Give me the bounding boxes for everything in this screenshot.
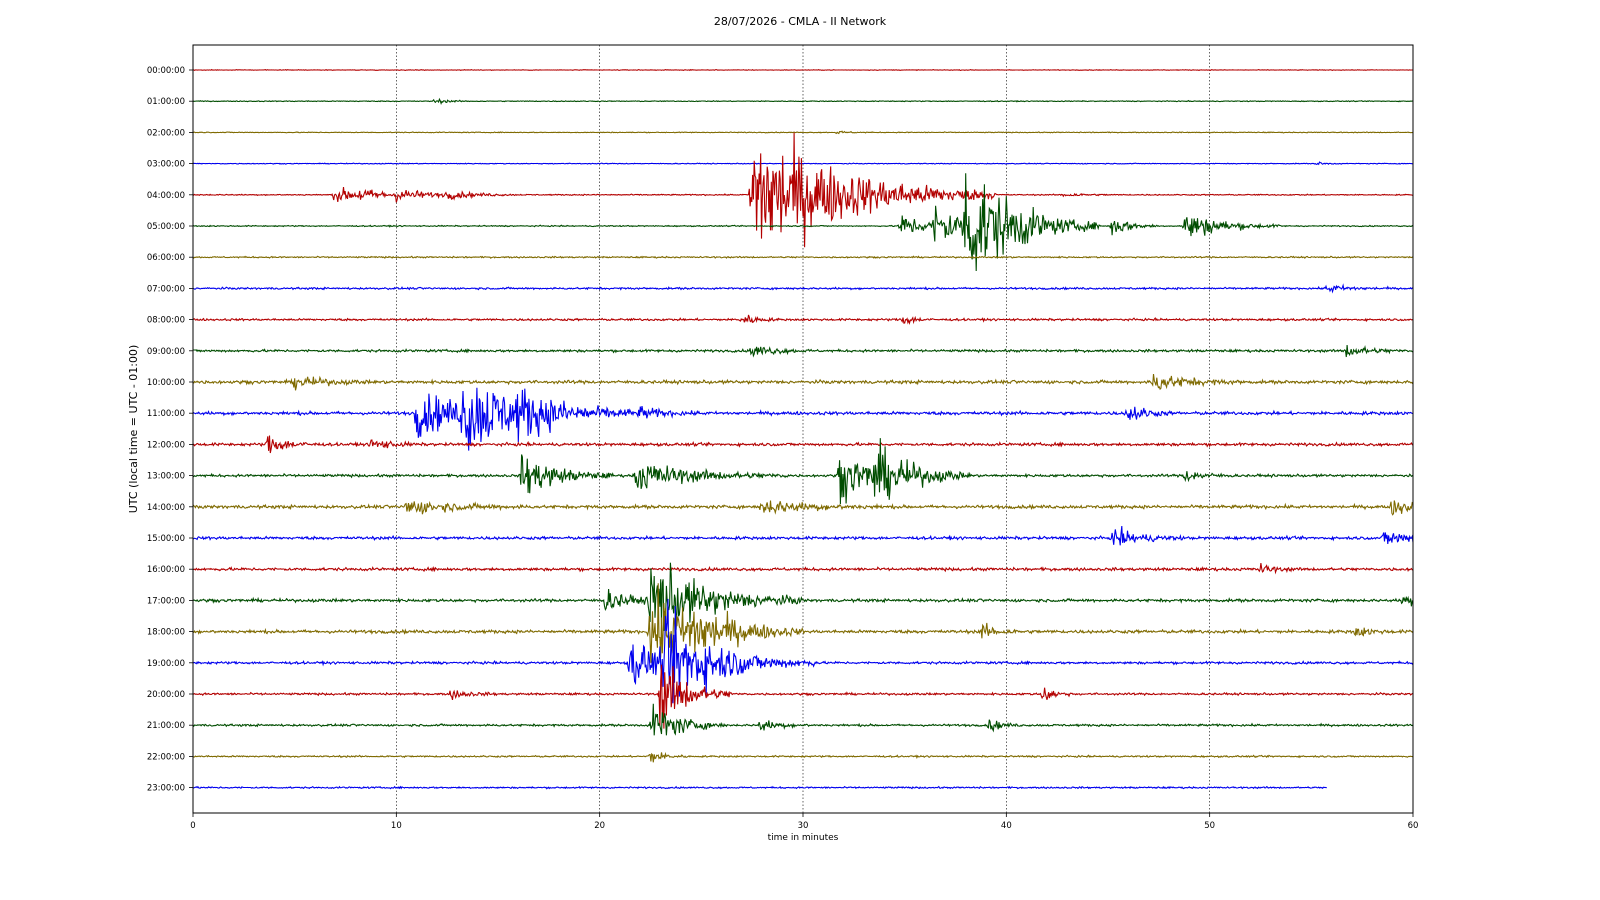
y-tick-label: 14:00:00 <box>147 503 185 513</box>
y-tick-label: 11:00:00 <box>147 409 185 419</box>
y-tick-label: 00:00:00 <box>147 66 185 76</box>
y-tick-labels: 00:00:00 01:00:00 02:00:00 03:00:00 04:00:00… <box>147 66 193 794</box>
y-tick-label: 23:00:00 <box>147 784 185 794</box>
x-tick-label: 60 <box>1408 821 1419 831</box>
y-tick-label: 16:00:00 <box>147 565 185 575</box>
y-tick-label: 08:00:00 <box>147 316 185 326</box>
x-tick-label: 30 <box>798 821 809 831</box>
chart-title: 28/07/2026 - CMLA - II Network <box>714 15 887 28</box>
y-tick-label: 22:00:00 <box>147 752 185 762</box>
y-axis-label: UTC (local time = UTC - 01:00) <box>127 345 140 514</box>
y-tick-label: 04:00:00 <box>147 191 185 201</box>
y-tick-label: 07:00:00 <box>147 284 185 294</box>
x-tick-label: 40 <box>1001 821 1012 831</box>
y-tick-label: 05:00:00 <box>147 222 185 232</box>
y-tick-label: 21:00:00 <box>147 721 185 731</box>
y-tick-label: 15:00:00 <box>147 534 185 544</box>
y-tick-label: 18:00:00 <box>147 628 185 638</box>
y-tick-label: 10:00:00 <box>147 378 185 388</box>
x-tick-label: 0 <box>190 821 195 831</box>
x-tick-labels: 0 10 20 30 40 50 60 <box>190 813 1418 831</box>
y-tick-label: 06:00:00 <box>147 253 185 263</box>
y-tick-label: 03:00:00 <box>147 160 185 170</box>
x-tick-label: 10 <box>391 821 402 831</box>
y-tick-label: 17:00:00 <box>147 596 185 606</box>
x-tick-label: 20 <box>594 821 605 831</box>
y-tick-label: 12:00:00 <box>147 440 185 450</box>
y-tick-label: 01:00:00 <box>147 97 185 107</box>
seismogram-chart: 28/07/2026 - CMLA - II Network 00:00:000… <box>127 15 1418 843</box>
plot-area <box>193 45 1413 813</box>
x-tick-label: 50 <box>1204 821 1215 831</box>
y-tick-label: 09:00:00 <box>147 347 185 357</box>
x-axis-label: time in minutes <box>768 833 839 843</box>
y-tick-label: 02:00:00 <box>147 128 185 138</box>
y-tick-label: 19:00:00 <box>147 659 185 669</box>
y-tick-label: 20:00:00 <box>147 690 185 700</box>
y-tick-label: 13:00:00 <box>147 472 185 482</box>
